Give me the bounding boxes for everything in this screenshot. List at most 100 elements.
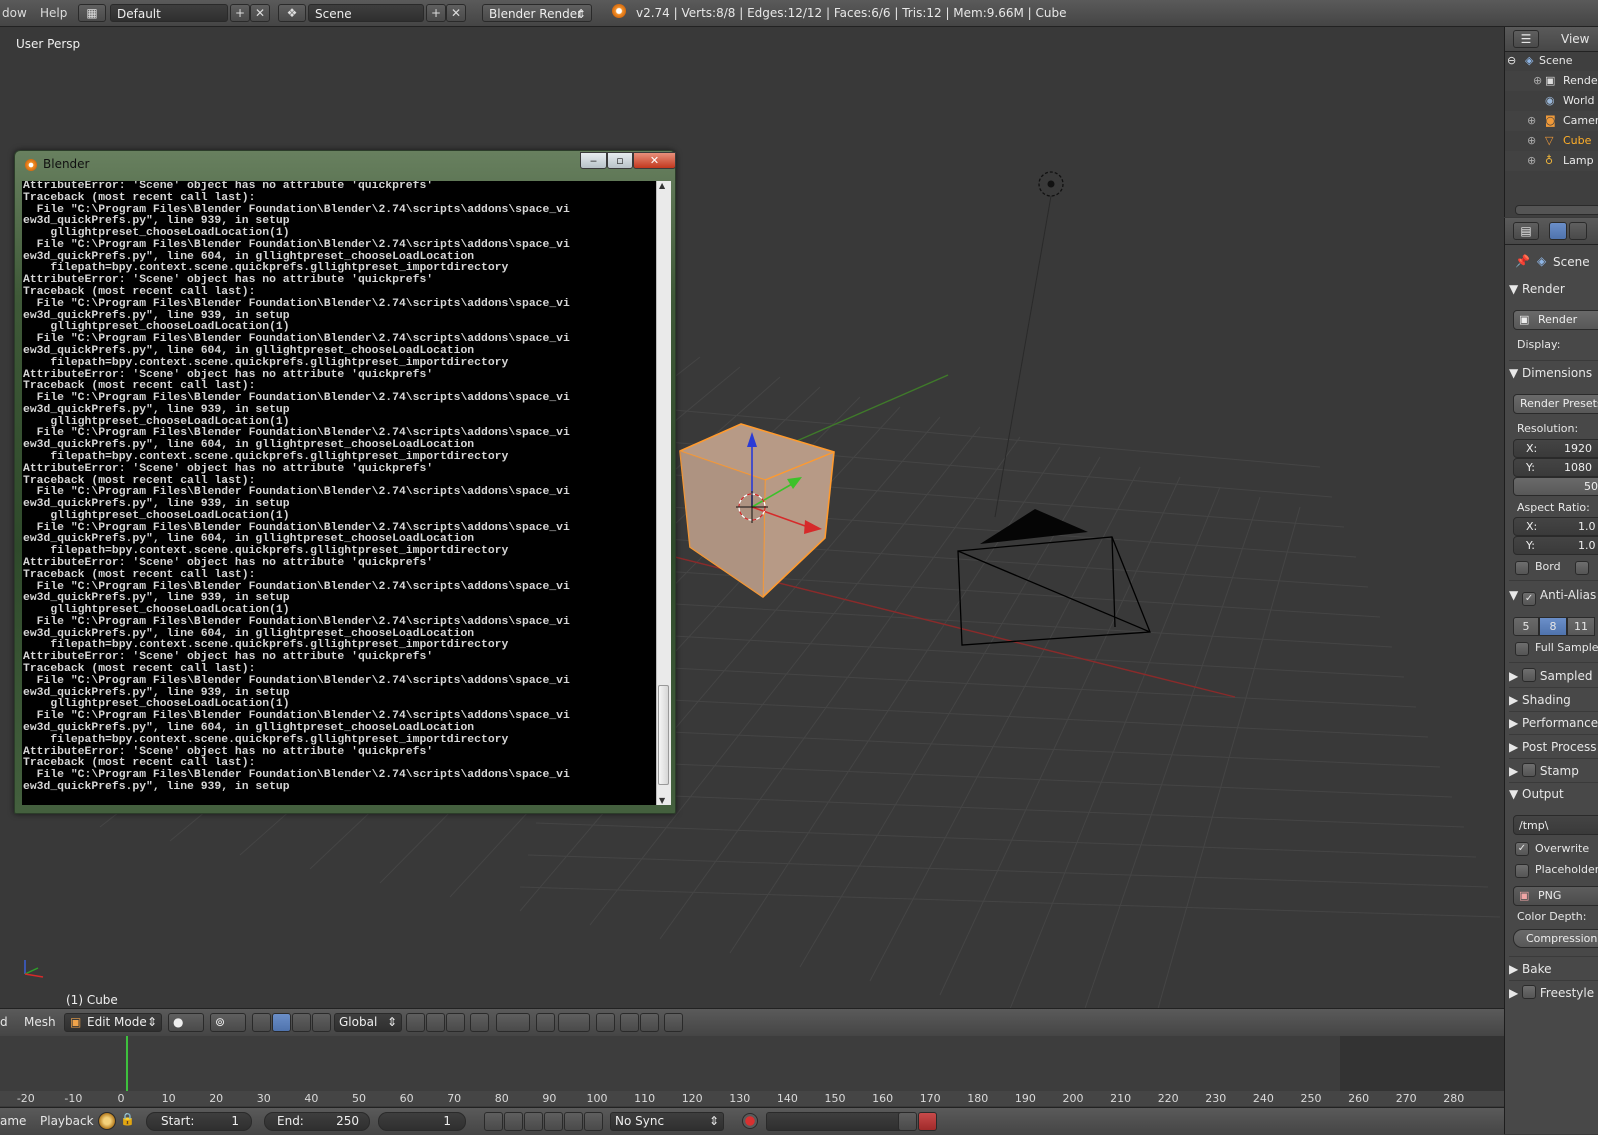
scene-field[interactable]: Scene bbox=[308, 4, 424, 22]
pin-icon[interactable]: 📌 bbox=[1515, 254, 1530, 268]
render-tab-icon[interactable] bbox=[1549, 222, 1567, 240]
proportional-edit-dropdown[interactable] bbox=[496, 1013, 530, 1032]
aa-samples-5[interactable]: 5 bbox=[1513, 617, 1539, 636]
window-menu[interactable]: dow bbox=[2, 6, 27, 20]
sampled-motion-blur-header[interactable]: ▶ Sampled bbox=[1509, 665, 1598, 687]
transform-orientation-dropdown[interactable]: Global ⇕ bbox=[334, 1013, 402, 1032]
render-animation-icon[interactable] bbox=[640, 1013, 659, 1032]
screen-layout-field[interactable]: Default bbox=[110, 4, 228, 22]
auto-keying-record-icon[interactable] bbox=[742, 1113, 758, 1129]
render-engine-dropdown[interactable]: Blender Render ⇕ bbox=[482, 4, 592, 22]
viewport-shading-dropdown[interactable]: ● bbox=[168, 1013, 204, 1032]
pivot-point-dropdown[interactable]: ⊚ bbox=[210, 1013, 246, 1032]
jump-to-start-icon[interactable] bbox=[484, 1112, 503, 1131]
render-layers-tab-icon[interactable] bbox=[1569, 222, 1587, 240]
rotate-manipulator-icon[interactable] bbox=[292, 1013, 311, 1032]
expand-icon[interactable]: ⊕ bbox=[1527, 131, 1536, 151]
freestyle-checkbox[interactable] bbox=[1522, 985, 1537, 999]
outliner-view-menu[interactable]: View bbox=[1561, 32, 1589, 46]
layers-icon[interactable] bbox=[596, 1013, 615, 1032]
start-frame-field[interactable]: Start: 1 bbox=[146, 1112, 252, 1131]
close-button[interactable]: ✕ bbox=[633, 152, 676, 169]
outliner-item-camera[interactable]: ⊕ ◙ Camer bbox=[1505, 111, 1598, 131]
outliner-item-render[interactable]: ⊕ ▣ Rende bbox=[1505, 71, 1598, 91]
maximize-button[interactable]: ▫ bbox=[607, 152, 633, 169]
sync-mode-dropdown[interactable]: No Sync ⇕ bbox=[610, 1112, 724, 1131]
sampled-checkbox[interactable] bbox=[1522, 668, 1537, 682]
active-keying-set-field[interactable] bbox=[766, 1112, 916, 1131]
resolution-percent-slider[interactable]: 50 bbox=[1513, 477, 1598, 496]
frame-menu-partial[interactable]: ame bbox=[0, 1114, 26, 1128]
help-menu[interactable]: Help bbox=[40, 6, 67, 20]
shading-panel-header[interactable]: ▶ Shading bbox=[1509, 689, 1598, 711]
collapse-icon[interactable]: ⊖ bbox=[1507, 51, 1516, 71]
scene-selector-icon[interactable]: ❖ bbox=[278, 4, 306, 22]
snap-element-dropdown[interactable] bbox=[558, 1013, 590, 1032]
stamp-checkbox[interactable] bbox=[1522, 763, 1537, 777]
performance-panel-header[interactable]: ▶ Performance bbox=[1509, 712, 1598, 734]
placeholders-checkbox[interactable] bbox=[1515, 864, 1529, 878]
translate-manipulator-icon[interactable] bbox=[272, 1013, 291, 1032]
minimize-button[interactable]: ‒ bbox=[580, 152, 607, 169]
aspect-x-field[interactable]: X: 1.0 bbox=[1513, 517, 1598, 536]
jump-to-next-keyframe-icon[interactable] bbox=[564, 1112, 583, 1131]
add-layout-icon[interactable]: + bbox=[230, 4, 250, 22]
lock-icon[interactable]: 🔒 bbox=[120, 1112, 136, 1128]
system-console-window[interactable]: Blender ‒ ▫ ✕ AttributeError: 'Scene' ob… bbox=[14, 150, 676, 814]
full-sample-checkbox[interactable] bbox=[1515, 642, 1529, 656]
output-panel-header[interactable]: ▼ Output bbox=[1509, 783, 1598, 805]
screen-layout-icon[interactable]: ▦ bbox=[78, 4, 106, 22]
render-button[interactable]: ▣ Render bbox=[1513, 310, 1598, 330]
aa-samples-8[interactable]: 8 bbox=[1539, 617, 1567, 636]
output-path-field[interactable]: /tmp\ bbox=[1513, 815, 1598, 835]
scroll-down-icon[interactable]: ▼ bbox=[659, 796, 665, 805]
outliner-scrollbar[interactable] bbox=[1515, 205, 1598, 215]
border-checkbox[interactable] bbox=[1515, 561, 1529, 575]
expand-icon[interactable]: ⊕ bbox=[1533, 71, 1542, 91]
outliner-item-cube[interactable]: ⊕ ▽ Cube bbox=[1505, 131, 1598, 151]
jump-to-end-icon[interactable] bbox=[584, 1112, 603, 1131]
expand-icon[interactable]: ⊕ bbox=[1527, 111, 1536, 131]
aa-samples-11[interactable]: 11 bbox=[1567, 617, 1595, 636]
remove-layout-icon[interactable]: ✕ bbox=[250, 4, 270, 22]
zoom-icon[interactable] bbox=[664, 1013, 683, 1032]
expand-icon[interactable]: ⊕ bbox=[1527, 151, 1536, 171]
play-icon[interactable] bbox=[544, 1112, 563, 1131]
timeline-editor[interactable]: -20 -10 0 10 20 30 40 50 60 70 80 90 100 110 120 130 140… bbox=[0, 1036, 1504, 1106]
outliner-item-world[interactable]: ◉ World bbox=[1505, 91, 1598, 111]
outliner[interactable]: ☰ View ⊖ ◈ Scene ⊕ ▣ Rende ◉ World ⊕ ◙ Camer ⊕ ▽… bbox=[1504, 27, 1598, 217]
post-processing-panel-header[interactable]: ▶ Post Process bbox=[1509, 736, 1598, 758]
dimensions-panel-header[interactable]: ▼ Dimensions bbox=[1509, 362, 1598, 384]
manipulator-toggle-icon[interactable] bbox=[252, 1013, 271, 1032]
face-select-icon[interactable] bbox=[446, 1013, 465, 1032]
current-frame-line[interactable] bbox=[125, 1036, 128, 1091]
vertex-select-icon[interactable] bbox=[406, 1013, 425, 1032]
console-scrollbar[interactable]: ▲ ▼ bbox=[656, 181, 671, 805]
snap-toggle-icon[interactable] bbox=[536, 1013, 555, 1032]
delete-keyframe-icon[interactable] bbox=[918, 1112, 937, 1131]
keying-set-icon[interactable] bbox=[98, 1112, 116, 1130]
mode-dropdown[interactable]: ▣ Edit Mode ⇕ bbox=[64, 1013, 162, 1032]
play-reverse-icon[interactable] bbox=[524, 1112, 543, 1131]
view3d-menu-partial[interactable]: d bbox=[0, 1015, 8, 1029]
current-frame-field[interactable]: 1 bbox=[378, 1112, 466, 1131]
add-scene-icon[interactable]: + bbox=[426, 4, 446, 22]
frame-ruler[interactable]: -20 -10 0 10 20 30 40 50 60 70 80 90 100 110 120 130 140… bbox=[0, 1091, 1504, 1106]
jump-to-prev-keyframe-icon[interactable] bbox=[504, 1112, 523, 1131]
freestyle-panel-header[interactable]: ▶ Freestyle bbox=[1509, 982, 1598, 1004]
file-format-dropdown[interactable]: ▣ PNG bbox=[1513, 886, 1598, 906]
remove-scene-icon[interactable]: ✕ bbox=[446, 4, 466, 22]
bake-panel-header[interactable]: ▶ Bake bbox=[1509, 958, 1598, 980]
end-frame-field[interactable]: End: 250 bbox=[264, 1112, 370, 1131]
render-panel-header[interactable]: ▼ Render bbox=[1509, 278, 1598, 300]
crop-checkbox[interactable] bbox=[1575, 561, 1589, 575]
scale-manipulator-icon[interactable] bbox=[312, 1013, 331, 1032]
edge-select-icon[interactable] bbox=[426, 1013, 445, 1032]
render-presets-menu[interactable]: Render Presets bbox=[1513, 394, 1598, 414]
outliner-item-scene[interactable]: ⊖ ◈ Scene bbox=[1505, 51, 1598, 71]
stamp-panel-header[interactable]: ▶ Stamp bbox=[1509, 760, 1598, 782]
outliner-item-lamp[interactable]: ⊕ ♁ Lamp bbox=[1505, 151, 1598, 171]
resolution-y-field[interactable]: Y: 1080 bbox=[1513, 458, 1598, 477]
aspect-y-field[interactable]: Y: 1.0 bbox=[1513, 536, 1598, 555]
compression-slider[interactable]: Compression: bbox=[1513, 929, 1598, 948]
